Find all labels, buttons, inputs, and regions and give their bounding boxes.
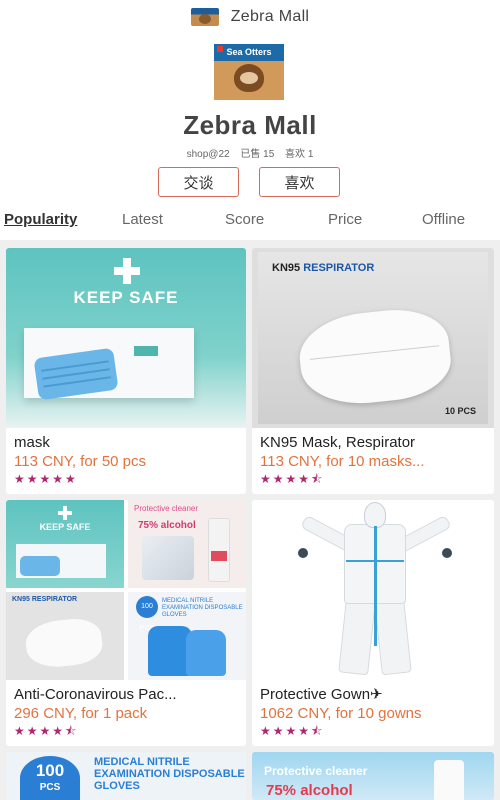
rating-stars: ★★★★★ [14, 472, 78, 486]
shop-handle: shop@22 [186, 149, 230, 160]
image-text: MEDICAL NITRILE EXAMINATION DISPOSABLE G… [162, 598, 243, 618]
product-price: 296 CNY, for 1 pack [14, 705, 148, 722]
product-image: KEEP SAFE [6, 248, 246, 428]
rating-stars: ★★★★⯪ [14, 724, 79, 738]
medical-cross-icon [58, 506, 72, 520]
product-name: mask [14, 434, 50, 451]
tab-latest[interactable]: Latest [122, 211, 163, 228]
image-text: Protective cleaner [264, 764, 368, 778]
shop-mini-avatar [190, 8, 219, 26]
image-text: Protective cleaner [134, 504, 199, 513]
product-grid: KEEP SAFE mask 113 CNY, for 50 pcs ★★★★★… [0, 240, 500, 800]
like-button[interactable]: 喜欢 [259, 167, 340, 197]
badge-number: 100 [35, 761, 65, 780]
rating-stars: ★★★★⯪ [260, 724, 325, 738]
product-card-anti-coronavirus-pack[interactable]: KEEP SAFE Protective cleaner 75% alcohol… [6, 500, 246, 746]
shop-sold-count: 已售 15 [240, 149, 275, 160]
product-card-protective-gown[interactable]: Protective Gown✈ 1062 CNY, for 10 gowns … [252, 500, 494, 746]
product-image: KN95 RESPIRATOR 10 PCS [252, 248, 494, 428]
product-name: Protective Gown✈ [260, 686, 486, 704]
product-image: KEEP SAFE Protective cleaner 75% alcohol… [6, 500, 246, 680]
image-label: KN95 RESPIRATOR [272, 262, 375, 274]
product-name: Anti-Coronavirous Pac... [14, 686, 177, 703]
product-price: 1062 CNY, for 10 gowns [260, 705, 422, 722]
tab-offline[interactable]: Offline [422, 211, 465, 228]
product-name: KN95 Mask, Respirator [260, 434, 416, 451]
product-price: 113 CNY, for 50 pcs [14, 453, 147, 470]
image-pcs: 10 PCS [444, 406, 476, 416]
shop-name: Zebra Mall [183, 110, 317, 140]
shop-avatar: Sea Otters [214, 44, 284, 100]
image-text: 100 PCS [136, 596, 158, 632]
product-price: 113 CNY, for 10 masks... [260, 453, 425, 470]
image-text: MEDICAL NITRILE EXAMINATION DISPOSABLE G… [94, 756, 245, 792]
tab-price[interactable]: Price [328, 211, 362, 228]
talk-button[interactable]: 交谈 [158, 167, 239, 197]
image-text: KEEP SAFE [73, 288, 179, 307]
top-bar: Zebra Mall [0, 0, 500, 34]
shop-avatar-text: Sea Otters [226, 47, 272, 57]
image-text: KEEP SAFE [39, 522, 91, 532]
plane-icon: ✈ [370, 686, 383, 703]
product-card-cleaner-partial[interactable]: Protective cleaner 75% alcohol [252, 752, 494, 800]
product-name-text: Protective Gown [260, 686, 371, 703]
otter-image [234, 64, 264, 92]
kn95-mask-image [295, 304, 455, 410]
spray-bottle-image [434, 760, 464, 800]
product-card-kn95[interactable]: KN95 RESPIRATOR 10 PCS KN95 Mask, Respir… [252, 248, 494, 494]
shop-like-count: 喜欢 1 [285, 149, 314, 160]
tab-score[interactable]: Score [225, 211, 264, 228]
image-text: 75% alcohol [266, 782, 353, 799]
sort-tabs: Popularity Latest Score Price Offline [0, 211, 500, 237]
pcs-badge: 100 PCS [20, 756, 80, 800]
badge-unit: PCS [39, 782, 61, 793]
medical-cross-icon [114, 258, 140, 284]
product-card-mask[interactable]: KEEP SAFE mask 113 CNY, for 50 pcs ★★★★★ [6, 248, 246, 494]
image-text: 75% alcohol [138, 520, 196, 531]
tab-popularity[interactable]: Popularity [4, 211, 77, 228]
spray-bottle-image [208, 518, 230, 582]
rating-stars: ★★★★⯪ [260, 472, 325, 486]
image-text: KN95 RESPIRATOR [12, 596, 78, 603]
product-image [252, 500, 494, 680]
page-title: Zebra Mall [230, 8, 310, 25]
shop-stats: shop@22 已售 15 喜欢 1 [0, 145, 500, 160]
product-card-gloves-partial[interactable]: 100 PCS MEDICAL NITRILE EXAMINATION DISP… [6, 752, 246, 800]
